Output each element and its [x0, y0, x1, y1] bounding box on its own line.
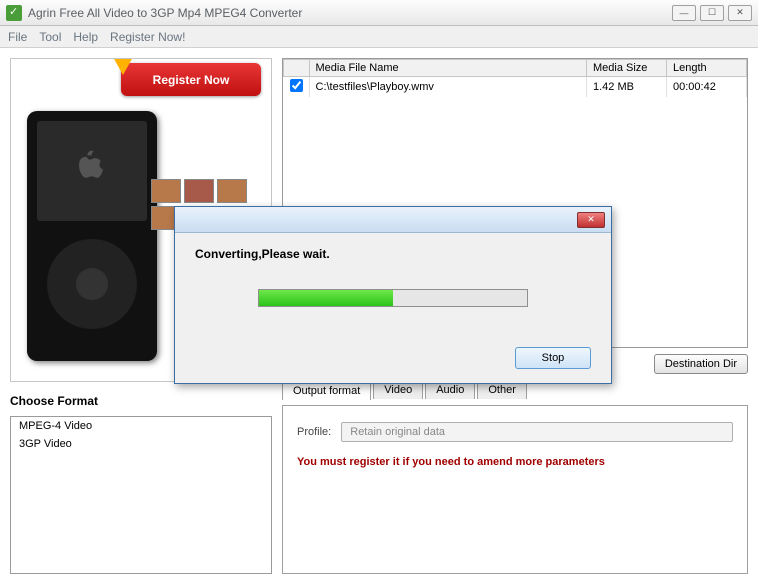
apple-logo-icon: [72, 147, 112, 195]
profile-select[interactable]: Retain original data: [341, 422, 733, 442]
profile-value: Retain original data: [350, 426, 445, 438]
progress-fill: [259, 290, 393, 306]
menu-tool[interactable]: Tool: [39, 30, 61, 44]
row-checkbox[interactable]: [290, 79, 303, 92]
ipod-graphic: [27, 111, 157, 361]
cell-length: 00:00:42: [667, 77, 747, 98]
output-panel: Profile: Retain original data You must r…: [282, 405, 748, 574]
format-list[interactable]: MPEG-4 Video 3GP Video: [10, 416, 272, 574]
dialog-titlebar: ✕: [175, 207, 611, 233]
stop-button[interactable]: Stop: [515, 347, 591, 369]
col-header-name[interactable]: Media File Name: [309, 60, 587, 77]
close-button[interactable]: ✕: [728, 5, 752, 21]
menu-file[interactable]: File: [8, 30, 27, 44]
window-controls: — ☐ ✕: [672, 5, 752, 21]
dialog-close-button[interactable]: ✕: [577, 212, 605, 228]
register-warning: You must register it if you need to amen…: [297, 456, 733, 468]
choose-format-label: Choose Format: [10, 394, 272, 408]
menu-register[interactable]: Register Now!: [110, 30, 185, 44]
destination-dir-button[interactable]: Destination Dir: [654, 354, 748, 374]
progress-bar: [258, 289, 528, 307]
profile-label: Profile:: [297, 426, 331, 438]
dialog-message: Converting,Please wait.: [195, 247, 591, 261]
titlebar: Agrin Free All Video to 3GP Mp4 MPEG4 Co…: [0, 0, 758, 26]
cell-size: 1.42 MB: [587, 77, 667, 98]
col-header-length[interactable]: Length: [667, 60, 747, 77]
table-row[interactable]: C:\testfiles\Playboy.wmv 1.42 MB 00:00:4…: [284, 77, 747, 98]
menubar: File Tool Help Register Now!: [0, 26, 758, 48]
download-arrow-icon: [113, 58, 133, 75]
converting-dialog: ✕ Converting,Please wait. Stop: [174, 206, 612, 384]
col-header-size[interactable]: Media Size: [587, 60, 667, 77]
col-header-check[interactable]: [284, 60, 310, 77]
maximize-button[interactable]: ☐: [700, 5, 724, 21]
register-now-button[interactable]: Register Now: [121, 63, 261, 96]
menu-help[interactable]: Help: [73, 30, 98, 44]
cell-filename: C:\testfiles\Playboy.wmv: [309, 77, 587, 98]
app-icon: [6, 5, 22, 21]
format-item-3gp[interactable]: 3GP Video: [11, 435, 271, 453]
format-item-mpeg4[interactable]: MPEG-4 Video: [11, 417, 271, 435]
minimize-button[interactable]: —: [672, 5, 696, 21]
register-now-label: Register Now: [153, 73, 230, 87]
window-title: Agrin Free All Video to 3GP Mp4 MPEG4 Co…: [28, 6, 672, 20]
